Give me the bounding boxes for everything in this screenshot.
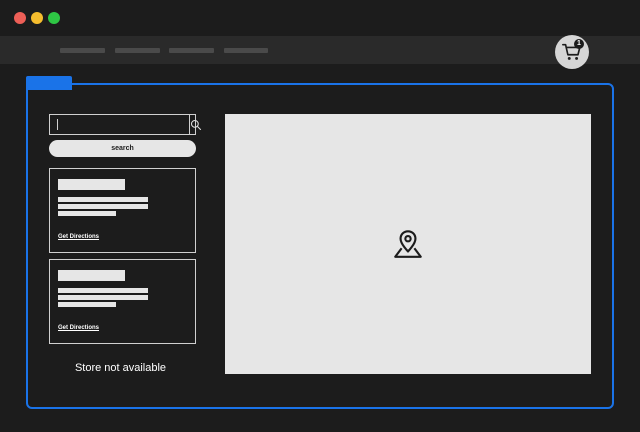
maximize-window-button[interactable]: [48, 12, 60, 24]
store-status-text: Store not available: [74, 362, 167, 374]
map-pin-icon: [394, 230, 422, 258]
store-address-placeholder: [58, 302, 116, 307]
get-directions-link[interactable]: Get Directions: [58, 234, 99, 240]
window-controls: [14, 12, 60, 24]
nav-item-3[interactable]: [169, 48, 214, 53]
nav-item-1[interactable]: [60, 48, 105, 53]
cart-button[interactable]: 1: [555, 35, 589, 69]
store-card[interactable]: Get Directions: [49, 168, 196, 253]
top-nav: [0, 36, 640, 64]
store-address-placeholder: [58, 204, 148, 209]
search-input[interactable]: [50, 115, 189, 134]
store-map[interactable]: [225, 114, 591, 374]
search-icon-button[interactable]: [189, 115, 202, 134]
search-icon: [190, 119, 202, 130]
cart-count-badge: 1: [574, 39, 584, 49]
text-caret: [57, 119, 58, 130]
search-button[interactable]: search: [49, 140, 196, 157]
get-directions-link[interactable]: Get Directions: [58, 325, 99, 331]
app-window: 1 search Get Directions Get Directions S…: [0, 0, 640, 432]
store-address-placeholder: [58, 295, 148, 300]
nav-item-4[interactable]: [224, 48, 268, 53]
store-name-placeholder: [58, 179, 125, 190]
store-address-placeholder: [58, 197, 148, 202]
store-address-placeholder: [58, 288, 148, 293]
store-search: [49, 114, 202, 135]
store-name-placeholder: [58, 270, 125, 281]
store-address-placeholder: [58, 211, 116, 216]
close-window-button[interactable]: [14, 12, 26, 24]
nav-item-2[interactable]: [115, 48, 160, 53]
minimize-window-button[interactable]: [31, 12, 43, 24]
store-card[interactable]: Get Directions: [49, 259, 196, 344]
